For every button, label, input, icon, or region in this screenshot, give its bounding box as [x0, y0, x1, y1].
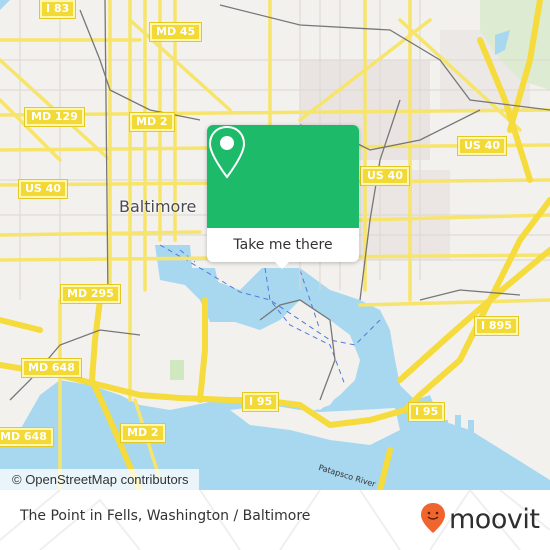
destination-popup: Take me there	[207, 125, 359, 269]
moovit-logo[interactable]: moovit	[420, 502, 540, 538]
road-shield-i83: I 83	[40, 0, 76, 18]
map[interactable]: I 83 MD 45 MD 129 MD 2 US 40 US 40 US 40…	[0, 0, 550, 490]
road-shield-i895: I 895	[475, 317, 518, 335]
place-title: The Point in Fells, Washington / Baltimo…	[20, 508, 311, 524]
road-shield-md45: MD 45	[150, 23, 202, 41]
road-shield-md295: MD 295	[61, 285, 120, 303]
road-shield-us40-central: US 40	[361, 167, 409, 185]
road-shield-md2-north: MD 2	[130, 113, 174, 131]
road-shield-md648-south: MD 648	[0, 428, 53, 446]
road-shield-md2-south: MD 2	[121, 424, 165, 442]
city-label: Baltimore	[119, 197, 197, 216]
park	[170, 360, 184, 380]
road-shield-us40-east: US 40	[458, 137, 506, 155]
road-shield-md648-north: MD 648	[22, 359, 81, 377]
road-shield-md129: MD 129	[25, 108, 84, 126]
brand-name: moovit	[449, 504, 540, 535]
road-shield-i95-east: I 95	[409, 403, 445, 421]
water	[0, 0, 10, 10]
map-attribution[interactable]: © OpenStreetMap contributors	[0, 469, 199, 490]
moovit-pin-icon	[420, 502, 446, 538]
road-shield-us40-west: US 40	[19, 180, 67, 198]
footer: The Point in Fells, Washington / Baltimo…	[0, 490, 550, 550]
popup-header	[207, 125, 359, 228]
popup-pointer	[274, 261, 290, 269]
take-me-there-button[interactable]: Take me there	[207, 228, 359, 262]
road-shield-i95-west: I 95	[243, 393, 279, 411]
